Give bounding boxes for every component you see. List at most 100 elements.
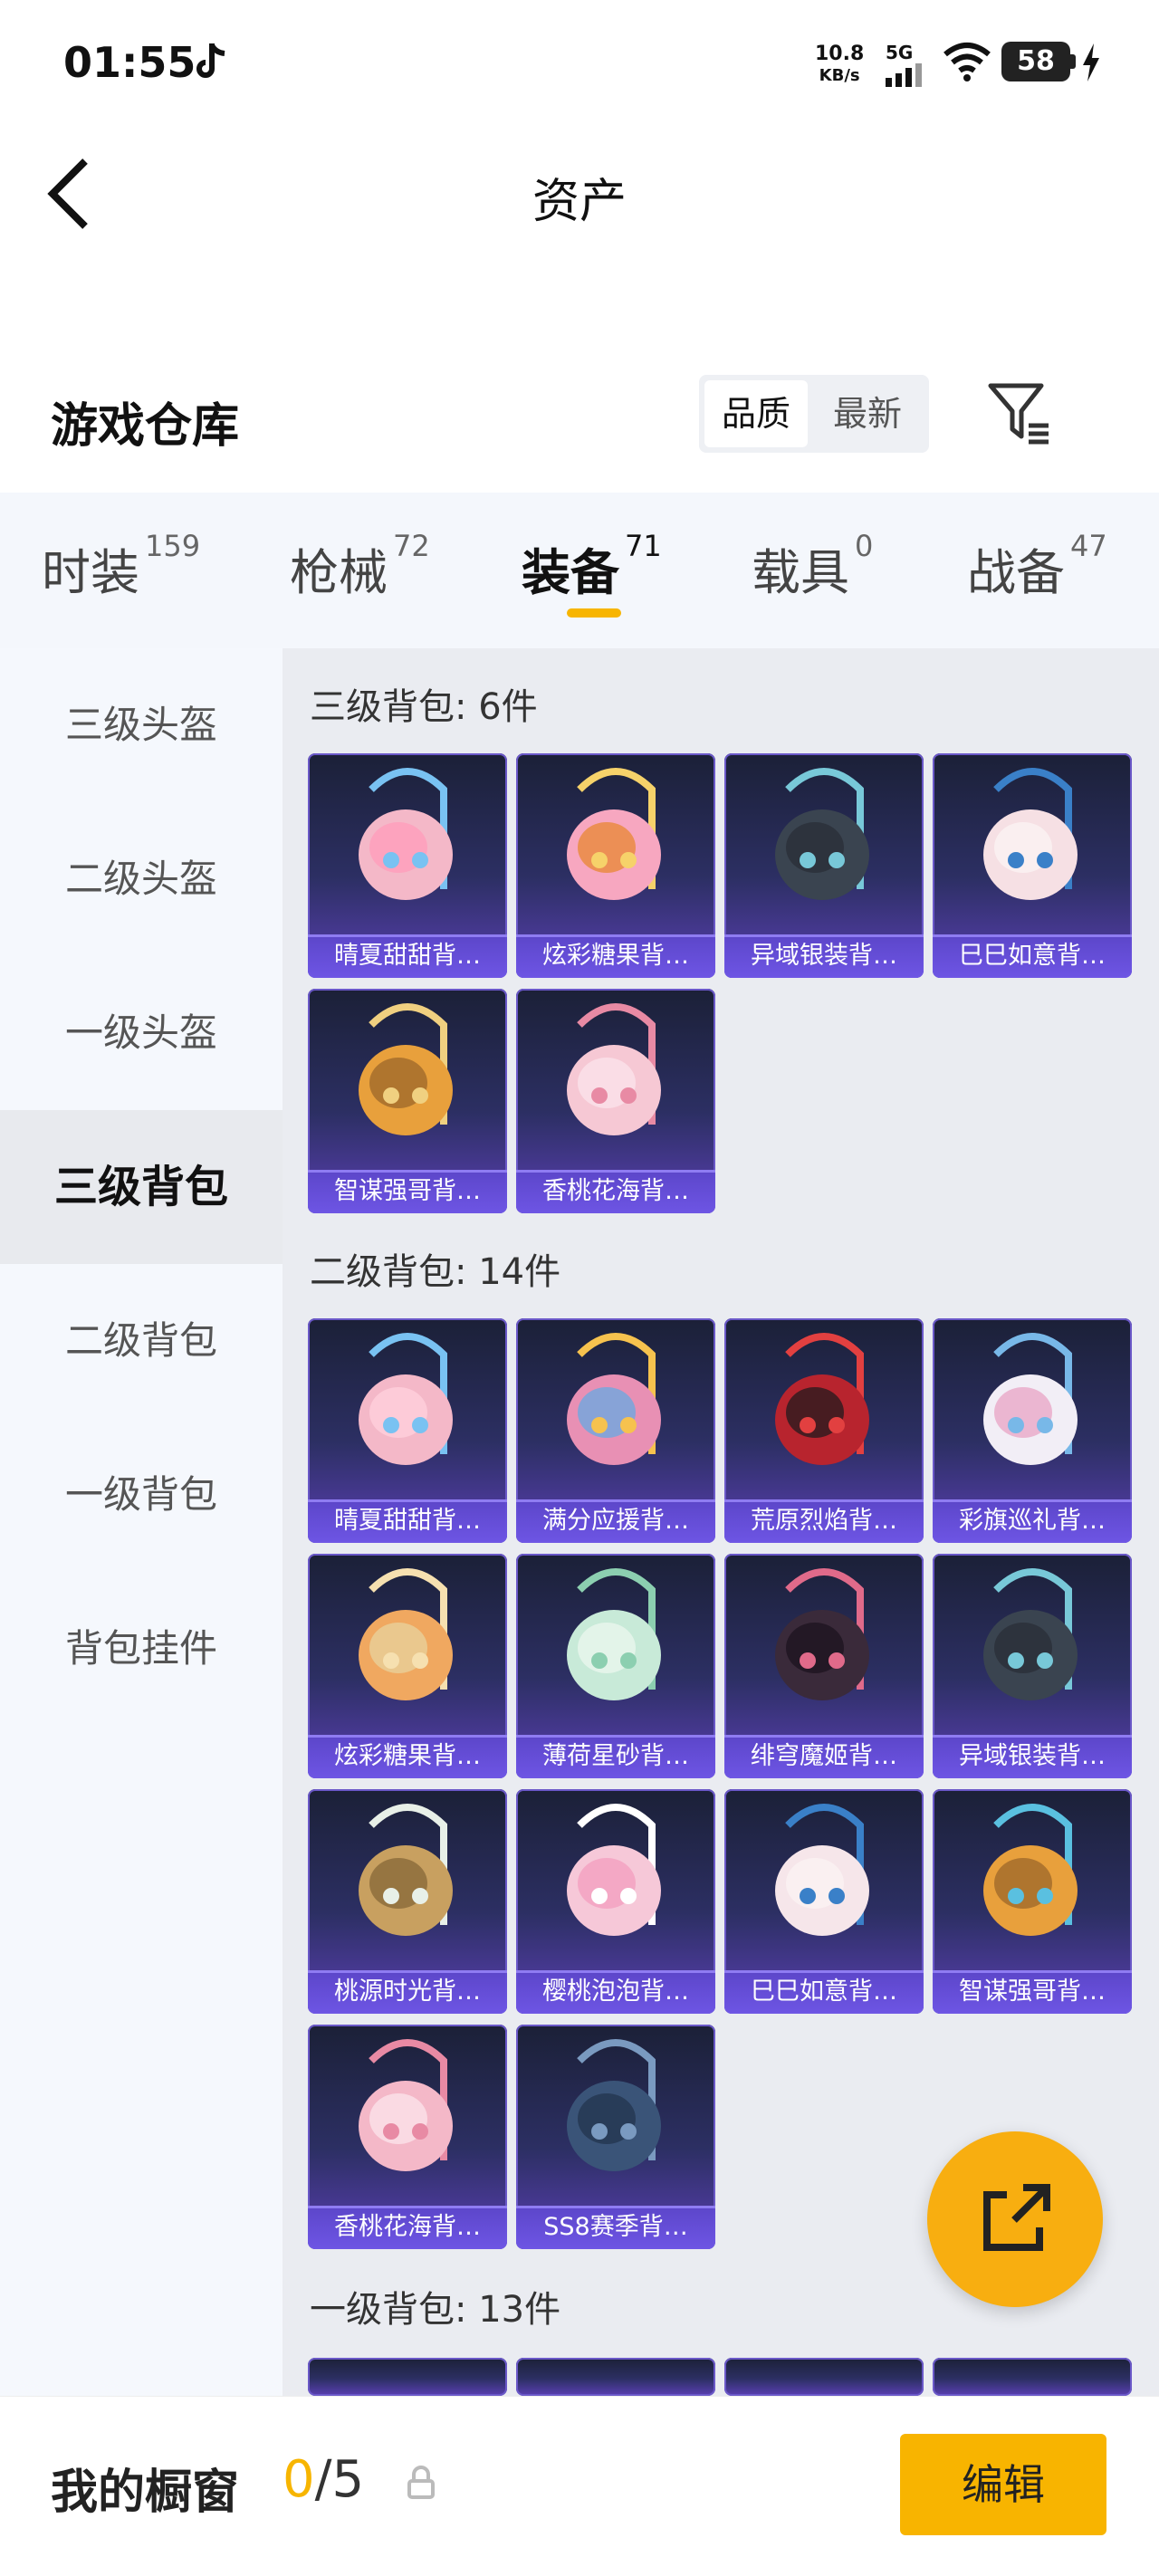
backpack-icon xyxy=(567,1568,661,1700)
item-name: 巳巳如意背… xyxy=(933,934,1132,978)
backpack-icon xyxy=(567,1003,661,1135)
item-name: 智谋强哥背… xyxy=(308,1170,507,1213)
item-card[interactable]: 炫彩糖果背… xyxy=(516,753,715,978)
backpack-icon xyxy=(567,2039,661,2171)
item-card[interactable]: 香桃花海背… xyxy=(516,989,715,1213)
item-name: 彩旗巡礼背… xyxy=(933,1499,1132,1543)
item-card[interactable]: 香桃花海背… xyxy=(308,2025,507,2249)
item-card[interactable] xyxy=(516,2358,715,2396)
item-name: 樱桃泡泡背… xyxy=(516,1970,715,2014)
sidebar-item-helmet-2[interactable]: 二级头盔 xyxy=(0,802,283,956)
item-card[interactable]: 桃源时光背… xyxy=(308,1789,507,2014)
item-name: 桃源时光背… xyxy=(308,1970,507,2014)
page-title: 资产 xyxy=(532,175,627,229)
tab-combat-prep[interactable]: 战备 47 xyxy=(967,529,1107,604)
item-card[interactable]: 异域银装背… xyxy=(724,753,924,978)
status-bar: 01:55 10.8 KB/s 5G 58 xyxy=(0,0,1159,127)
item-card[interactable]: 异域银装背… xyxy=(933,1554,1132,1778)
network-type: 5G xyxy=(886,42,914,63)
item-name: 荒原烈焰背… xyxy=(724,1499,924,1543)
sidebar-item-helmet-1[interactable]: 一级头盔 xyxy=(0,956,283,1110)
backpack-icon xyxy=(567,1804,661,1936)
section-title-backpack-2: 二级背包: 14件 xyxy=(310,1251,561,1293)
status-time: 01:55 xyxy=(63,38,196,87)
item-name: 异域银装背… xyxy=(724,934,924,978)
backpack-icon xyxy=(983,1333,1078,1465)
item-card[interactable]: 巳巳如意背… xyxy=(933,753,1132,978)
sort-newest-button[interactable]: 最新 xyxy=(811,380,924,447)
backpack-icon xyxy=(983,1568,1078,1700)
lock-icon xyxy=(407,2466,435,2499)
wifi-icon xyxy=(943,43,991,81)
item-name: 炫彩糖果背… xyxy=(308,1735,507,1778)
item-card[interactable]: SS8赛季背… xyxy=(516,2025,715,2249)
sidebar-item-backpack-3[interactable]: 三级背包 xyxy=(0,1110,283,1264)
item-card[interactable]: 满分应援背… xyxy=(516,1318,715,1543)
backpack-icon xyxy=(567,1333,661,1465)
signal-icon xyxy=(886,63,922,87)
sidebar-item-backpack-charm[interactable]: 背包挂件 xyxy=(0,1572,283,1726)
item-card[interactable]: 彩旗巡礼背… xyxy=(933,1318,1132,1543)
backpack-icon xyxy=(359,1804,453,1936)
item-card[interactable]: 晴夏甜甜背… xyxy=(308,753,507,978)
sidebar-item-helmet-3[interactable]: 三级头盔 xyxy=(0,648,283,802)
item-name: 香桃花海背… xyxy=(308,2206,507,2249)
item-card[interactable] xyxy=(933,2358,1132,2396)
backpack-icon xyxy=(775,1804,869,1936)
item-card[interactable] xyxy=(308,2358,507,2396)
backpack-icon xyxy=(359,768,453,900)
backpack-icon xyxy=(775,1333,869,1465)
showcase-label: 我的橱窗 xyxy=(51,2466,240,2520)
item-card[interactable]: 晴夏甜甜背… xyxy=(308,1318,507,1543)
backpack-icon xyxy=(567,768,661,900)
item-name: 满分应援背… xyxy=(516,1499,715,1543)
active-tab-indicator xyxy=(567,608,621,618)
tab-firearms[interactable]: 枪械 72 xyxy=(290,529,430,604)
backpack-icon xyxy=(983,1804,1078,1936)
item-card[interactable]: 巳巳如意背… xyxy=(724,1789,924,2014)
network-speed: 10.8 KB/s xyxy=(815,43,865,86)
sort-quality-button[interactable]: 品质 xyxy=(704,380,808,447)
item-name: 晴夏甜甜背… xyxy=(308,1499,507,1543)
item-card[interactable]: 绯穹魔姬背… xyxy=(724,1554,924,1778)
item-name: 智谋强哥背… xyxy=(933,1970,1132,2014)
sidebar-item-backpack-1[interactable]: 一级背包 xyxy=(0,1418,283,1572)
warehouse-title: 游戏仓库 xyxy=(51,399,240,454)
tiktok-icon xyxy=(196,43,225,78)
showcase-count: 0/5 xyxy=(283,2450,365,2509)
edit-button[interactable]: 编辑 xyxy=(900,2434,1106,2535)
item-name: 巳巳如意背… xyxy=(724,1970,924,2014)
item-card[interactable]: 炫彩糖果背… xyxy=(308,1554,507,1778)
backpack-icon xyxy=(983,768,1078,900)
item-card[interactable]: 荒原烈焰背… xyxy=(724,1318,924,1543)
item-name: 晴夏甜甜背… xyxy=(308,934,507,978)
battery-cap xyxy=(1070,54,1076,69)
item-card[interactable]: 樱桃泡泡背… xyxy=(516,1789,715,2014)
share-icon xyxy=(983,2184,1050,2251)
item-name: SS8赛季背… xyxy=(516,2206,715,2249)
item-card[interactable]: 智谋强哥背… xyxy=(308,989,507,1213)
backpack-icon xyxy=(775,1568,869,1700)
backpack-icon xyxy=(359,2039,453,2171)
filter-icon[interactable] xyxy=(987,380,1052,445)
item-card[interactable]: 智谋强哥背… xyxy=(933,1789,1132,2014)
item-name: 炫彩糖果背… xyxy=(516,934,715,978)
tab-fashion[interactable]: 时装 159 xyxy=(42,529,200,604)
backpack-icon xyxy=(359,1568,453,1700)
section-title-backpack-1: 一级背包: 13件 xyxy=(310,2289,561,2331)
share-fab-button[interactable] xyxy=(927,2131,1103,2307)
item-card[interactable]: 薄荷星砂背… xyxy=(516,1554,715,1778)
backpack-icon xyxy=(775,768,869,900)
tab-equipment[interactable]: 装备 71 xyxy=(522,529,662,604)
section-title-backpack-3: 三级背包: 6件 xyxy=(310,686,538,728)
backpack-icon xyxy=(359,1003,453,1135)
sidebar-item-backpack-2[interactable]: 二级背包 xyxy=(0,1264,283,1418)
tab-vehicles[interactable]: 载具 0 xyxy=(752,529,873,604)
battery-level: 58 xyxy=(1001,42,1070,81)
backpack-icon xyxy=(359,1333,453,1465)
item-card[interactable] xyxy=(724,2358,924,2396)
item-name: 异域银装背… xyxy=(933,1735,1132,1778)
item-name: 香桃花海背… xyxy=(516,1170,715,1213)
item-name: 薄荷星砂背… xyxy=(516,1735,715,1778)
item-name: 绯穹魔姬背… xyxy=(724,1735,924,1778)
